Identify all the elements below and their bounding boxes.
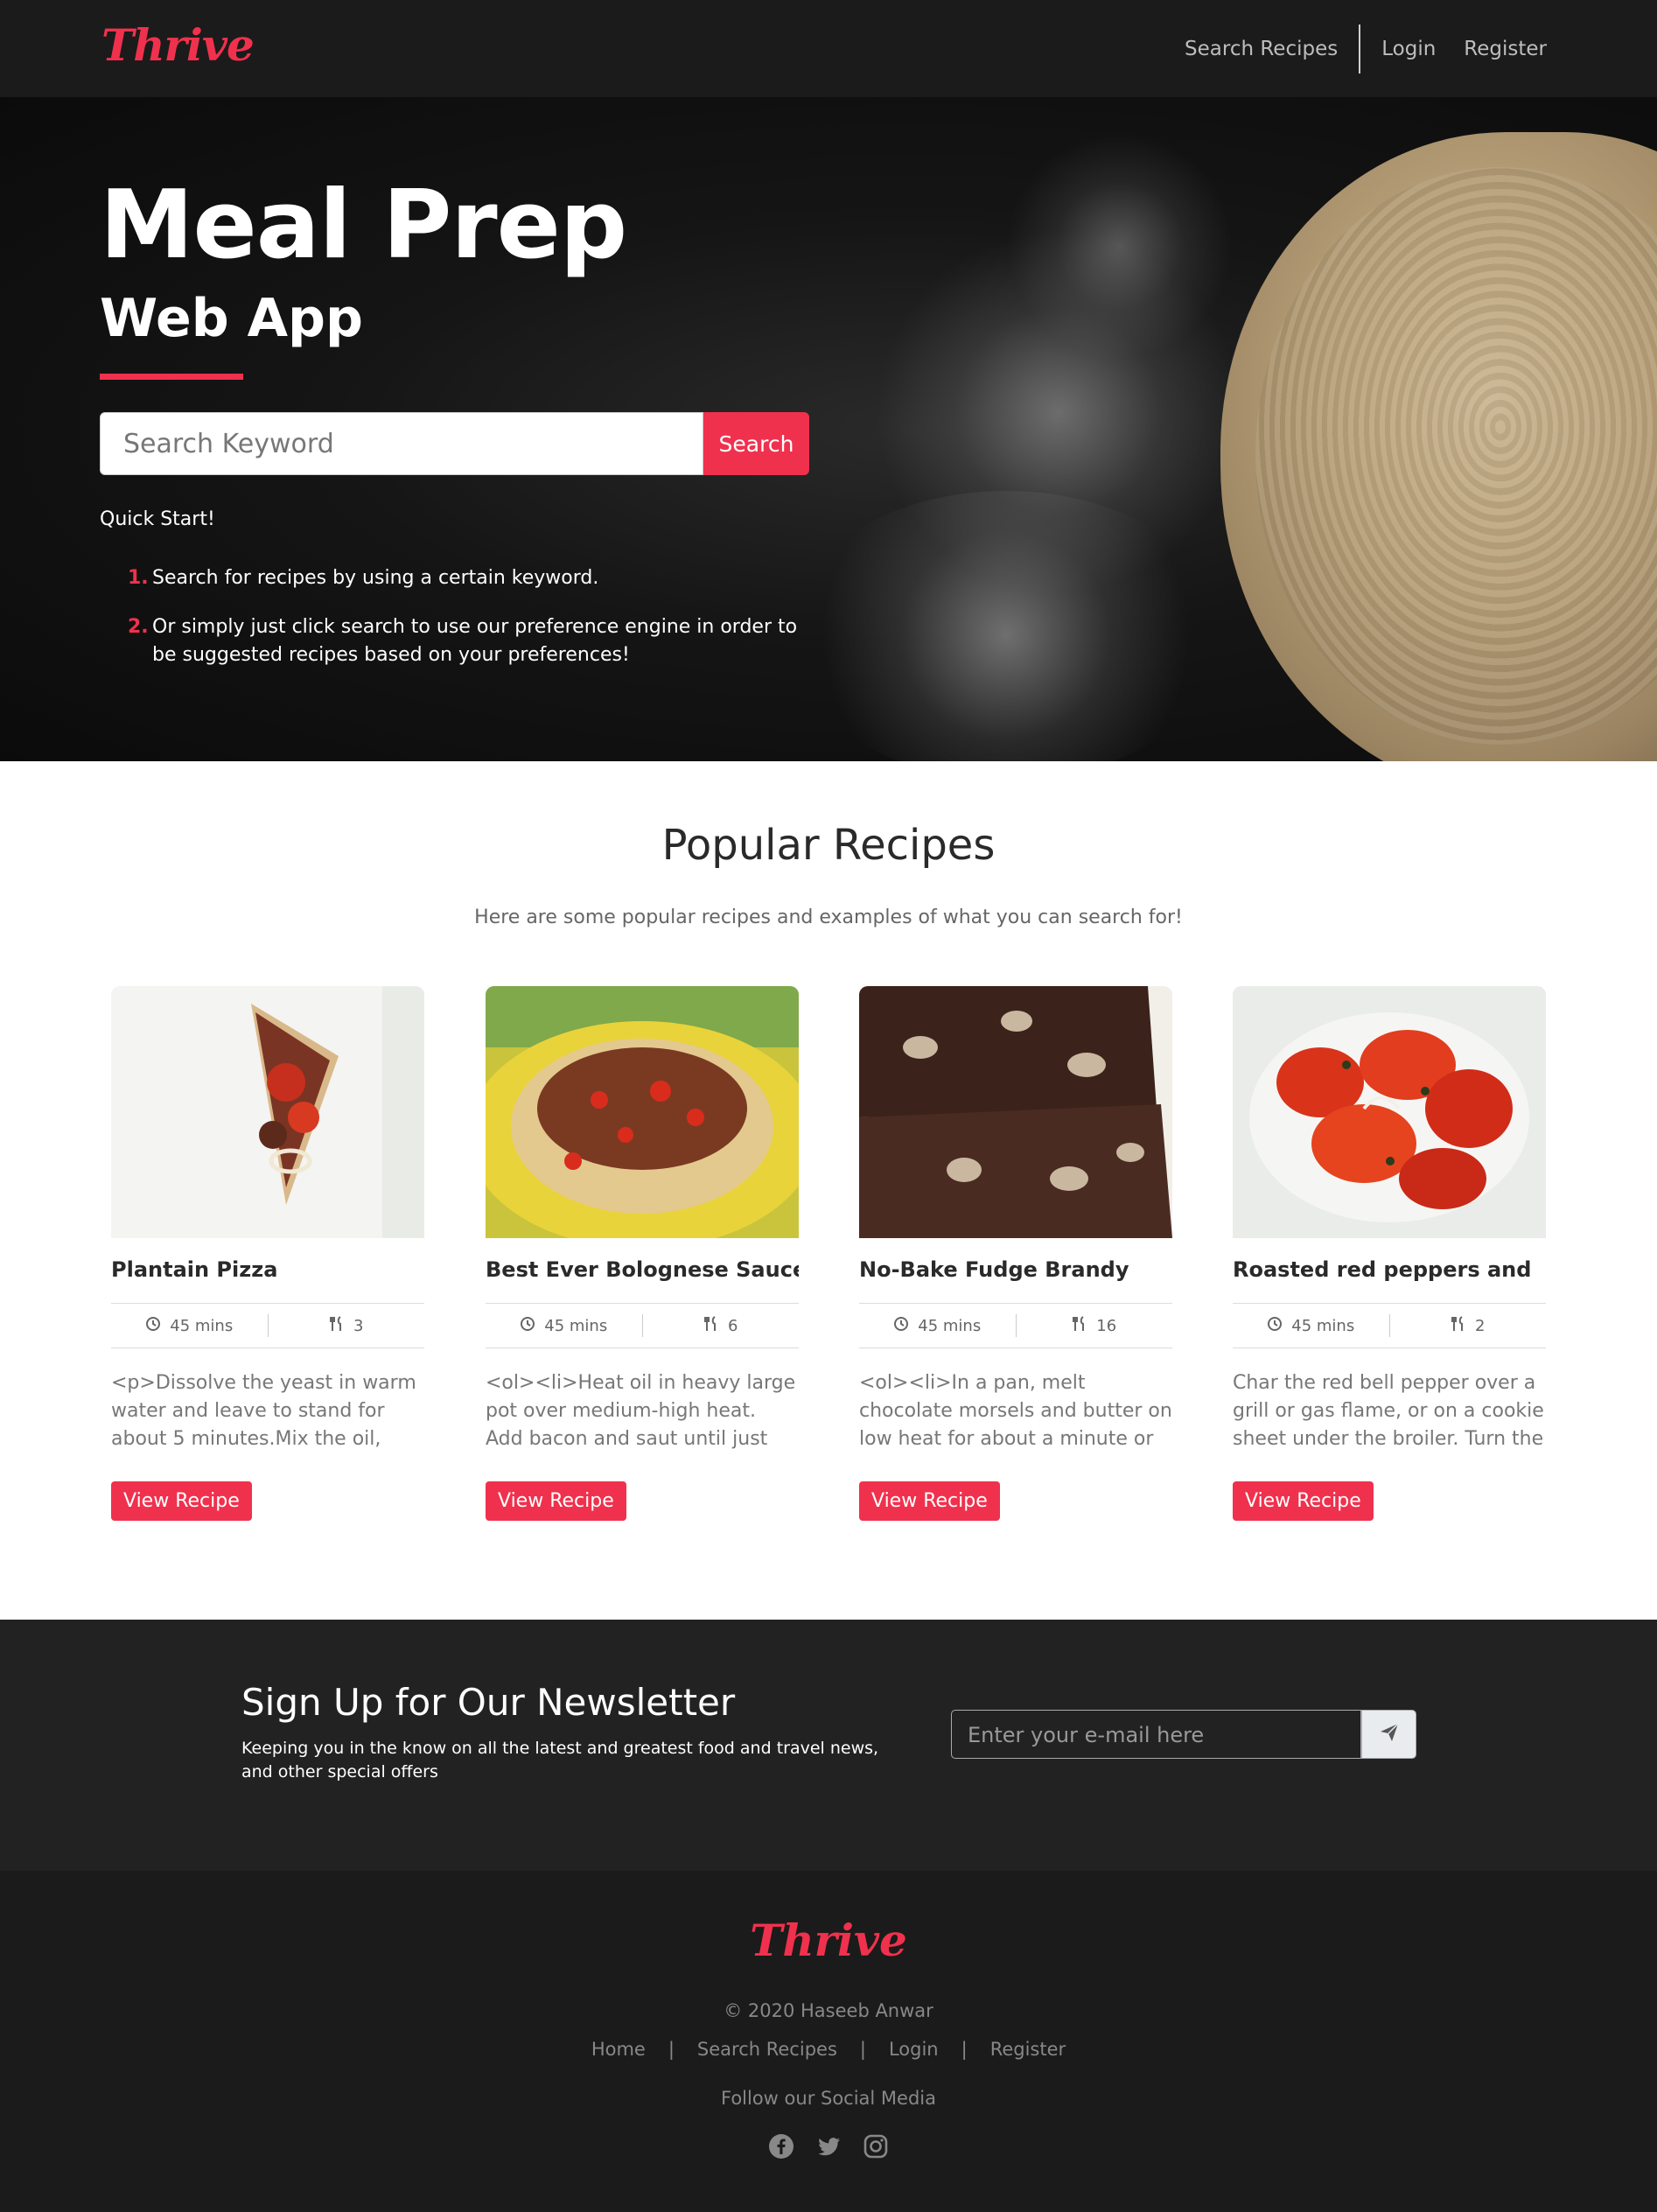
recipe-meta: 45 mins 16 [859, 1303, 1172, 1348]
nav-link-search-recipes[interactable]: Search Recipes [1185, 38, 1338, 60]
footer-link-register[interactable]: Register [990, 2039, 1066, 2060]
clock-icon [520, 1316, 535, 1336]
twitter-icon[interactable] [815, 2133, 842, 2160]
hero-accent-bar [100, 374, 243, 380]
recipe-image-plantain-pizza[interactable] [111, 986, 424, 1238]
recipe-servings: 2 [1475, 1316, 1486, 1335]
recipe-time: 45 mins [1291, 1316, 1355, 1335]
quick-start-label: Quick Start! [100, 508, 215, 530]
footer-link-divider: | [668, 2039, 675, 2060]
footer-link-divider: | [859, 2039, 866, 2060]
hero-subtitle: Web App [100, 288, 363, 349]
recipe-time: 45 mins [544, 1316, 608, 1335]
recipe-description: <ol><li>In a pan, melt chocolate morsels… [859, 1372, 1172, 1450]
newsletter-section: Sign Up for Our Newsletter Keeping you i… [0, 1620, 1657, 1871]
clock-icon [1267, 1316, 1283, 1336]
recipe-card: Plantain Pizza 45 mins 3 <p>Dissolve the… [111, 986, 424, 1521]
recipe-description: <ol><li>Heat oil in heavy large pot over… [486, 1372, 796, 1450]
view-recipe-button[interactable]: View Recipe [1233, 1481, 1374, 1521]
recipe-card: Best Ever Bolognese Sauce 45 mins 6 <ol>… [486, 986, 799, 1521]
recipe-image-roasted-peppers[interactable] [1233, 986, 1546, 1238]
recipe-title[interactable]: No-Bake Fudge Brandy [859, 1257, 1172, 1282]
newsletter-submit-button[interactable] [1361, 1710, 1416, 1759]
nav-divider [1359, 24, 1361, 74]
utensils-icon [329, 1315, 345, 1336]
hero-section: Meal Prep Web App Search Keyword Search … [0, 97, 1657, 761]
instagram-icon[interactable] [863, 2133, 889, 2160]
utensils-icon [1451, 1315, 1466, 1336]
footer-link-home[interactable]: Home [591, 2039, 646, 2060]
recipe-time: 45 mins [918, 1316, 982, 1335]
footer-follow-label: Follow our Social Media [720, 2088, 937, 2109]
view-recipe-button[interactable]: View Recipe [859, 1481, 1000, 1521]
newsletter-title: Sign Up for Our Newsletter [241, 1681, 736, 1724]
footer-link-login[interactable]: Login [889, 2039, 939, 2060]
paper-plane-icon [1379, 1722, 1400, 1746]
recipe-title[interactable]: Roasted red peppers and [1233, 1257, 1546, 1282]
recipe-title[interactable]: Best Ever Bolognese Sauce [486, 1257, 799, 1282]
recipe-title[interactable]: Plantain Pizza [111, 1257, 424, 1282]
popular-title: Popular Recipes [661, 821, 996, 870]
quick-start-step: 1. Search for recipes by using a certain … [128, 567, 599, 589]
clock-icon [893, 1316, 909, 1336]
recipe-description: Char the red bell pepper over a grill or… [1233, 1372, 1544, 1450]
flour-dust [1006, 132, 1234, 360]
newsletter-text: Keeping you in the know on all the lates… [241, 1739, 879, 1782]
nav-link-login[interactable]: Login [1381, 38, 1436, 60]
recipe-image-bolognese[interactable] [486, 986, 799, 1238]
hero-title: Meal Prep [100, 171, 627, 280]
recipe-servings: 3 [353, 1316, 364, 1335]
recipe-card: Roasted red peppers and 45 mins 2 Char t… [1233, 986, 1546, 1521]
footer: Thrive © 2020 Haseeb Anwar Home | Search… [0, 1871, 1657, 2212]
view-recipe-button[interactable]: View Recipe [486, 1481, 626, 1521]
recipe-time: 45 mins [170, 1316, 234, 1335]
recipe-meta: 45 mins 3 [111, 1303, 424, 1348]
recipe-meta: 45 mins 2 [1233, 1303, 1546, 1348]
popular-subtitle: Here are some popular recipes and exampl… [474, 906, 1183, 928]
recipe-servings: 6 [728, 1316, 738, 1335]
social-icons [0, 2133, 1657, 2160]
footer-link-search-recipes[interactable]: Search Recipes [697, 2039, 837, 2060]
footer-links: Home | Search Recipes | Login | Register [0, 2039, 1657, 2060]
flour-dust [787, 491, 1225, 761]
recipe-card: No-Bake Fudge Brandy 45 mins 16 <ol><li>… [859, 986, 1172, 1521]
bread-image [1220, 132, 1657, 761]
facebook-icon[interactable] [768, 2133, 794, 2160]
nav-links: Search Recipes Login Register [1185, 0, 1547, 97]
newsletter-email-input[interactable]: Enter your e-mail here [951, 1710, 1361, 1759]
footer-brand-logo[interactable]: Thrive [0, 1914, 1657, 1966]
recipe-image-fudge-brandy[interactable] [859, 986, 1172, 1238]
recipe-description: <p>Dissolve the yeast in warm water and … [111, 1372, 416, 1450]
utensils-icon [703, 1315, 719, 1336]
quick-start-step: 2. Or simply just click search to use our… [128, 616, 798, 666]
brand-logo[interactable]: Thrive [101, 19, 255, 71]
navbar: Thrive Search Recipes Login Register [0, 0, 1657, 97]
quick-start-steps: 1. Search for recipes by using a certain … [128, 564, 817, 690]
search-button[interactable]: Search [703, 412, 809, 475]
view-recipe-button[interactable]: View Recipe [111, 1481, 252, 1521]
recipe-servings: 16 [1096, 1316, 1117, 1335]
utensils-icon [1072, 1315, 1087, 1336]
nav-link-register[interactable]: Register [1464, 38, 1547, 60]
recipe-meta: 45 mins 6 [486, 1303, 799, 1348]
search-input[interactable]: Search Keyword [100, 412, 703, 475]
footer-copyright: © 2020 Haseeb Anwar [724, 2000, 933, 2021]
footer-link-divider: | [961, 2039, 968, 2060]
clock-icon [145, 1316, 161, 1336]
